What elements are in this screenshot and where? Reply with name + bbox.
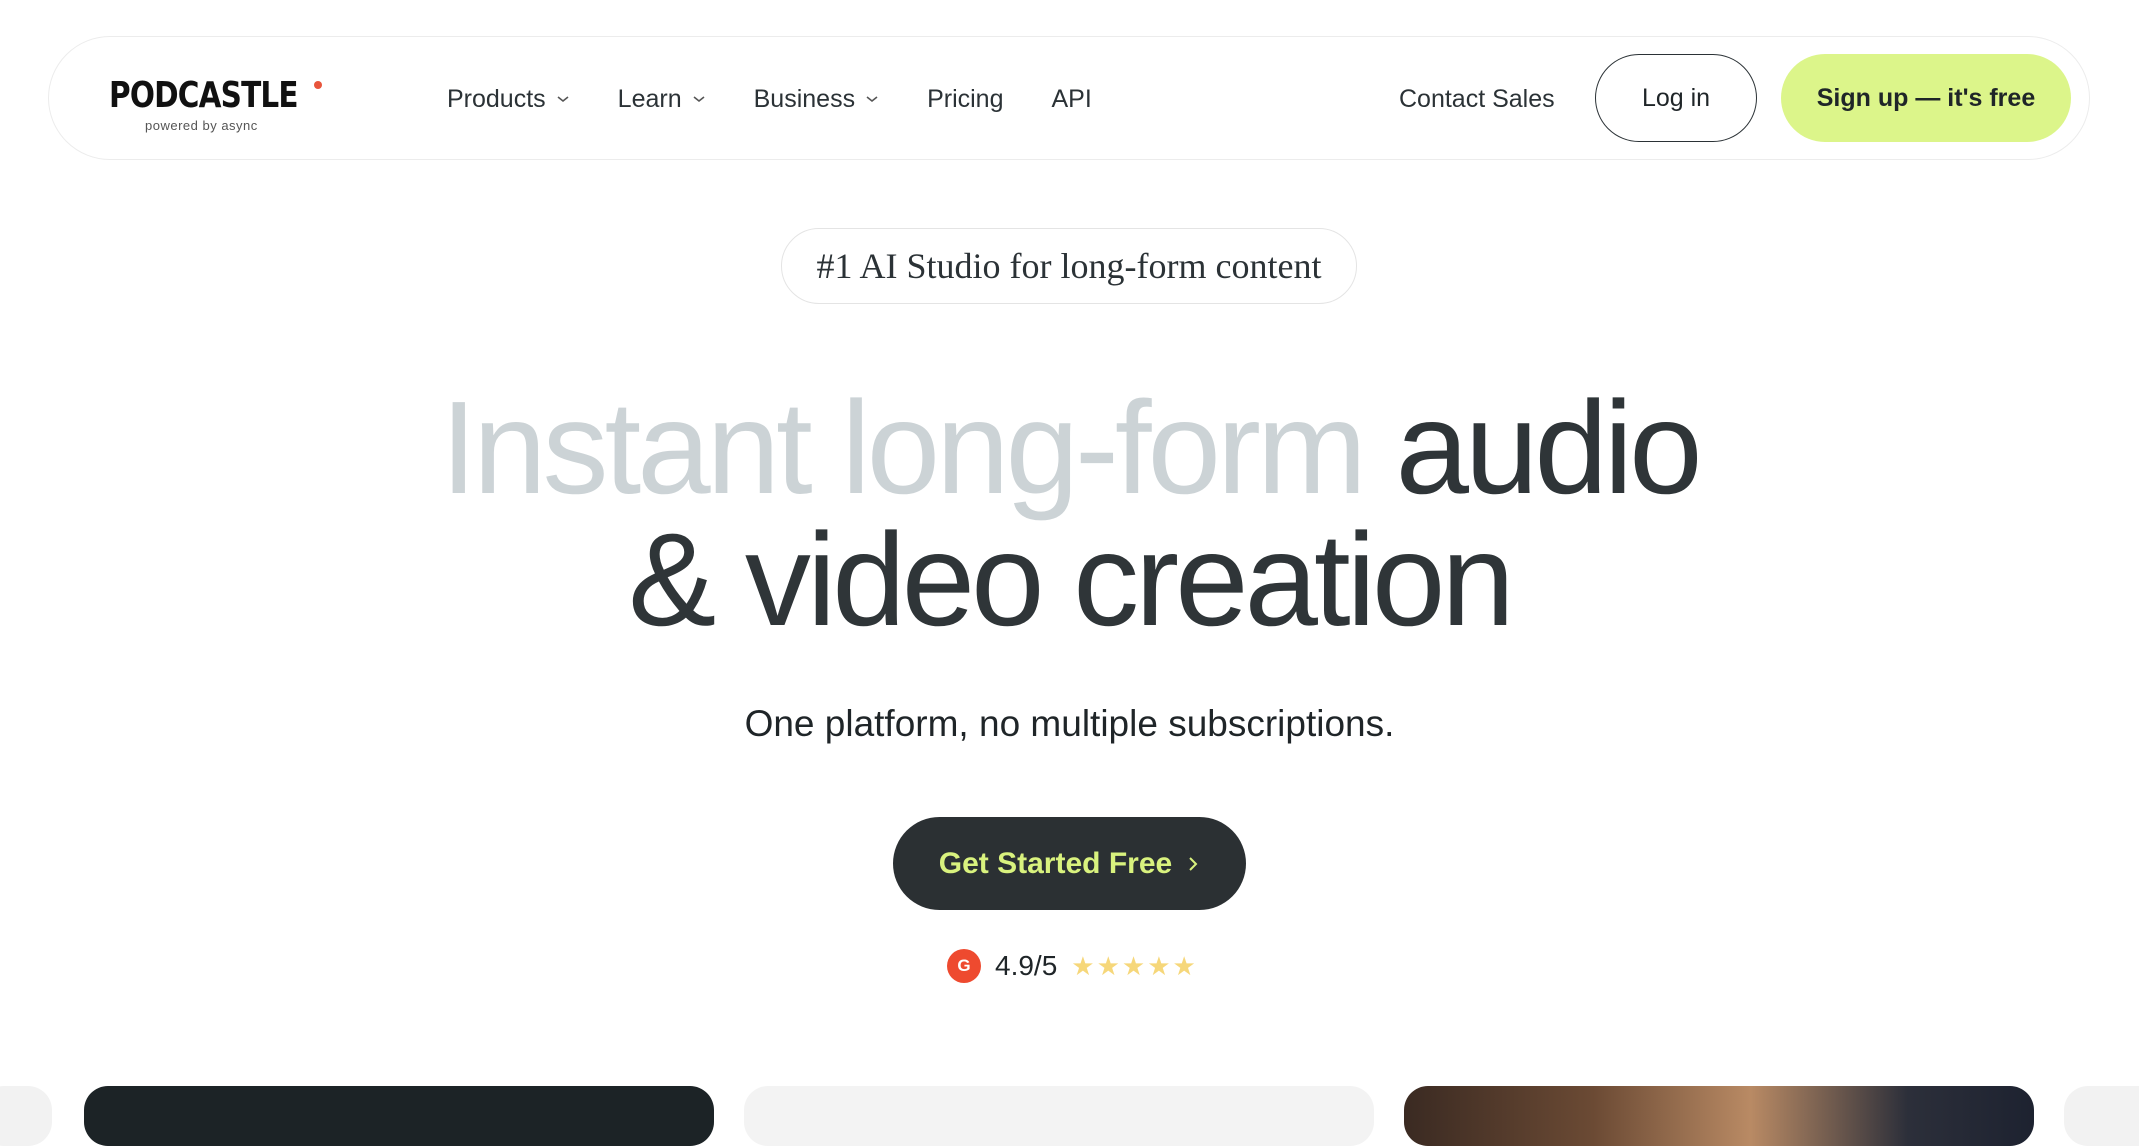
headline-muted-text: Instant long-form <box>440 374 1366 521</box>
menu-item-pricing[interactable]: Pricing <box>927 85 1003 114</box>
chevron-down-icon <box>557 96 569 103</box>
carousel-card[interactable] <box>0 1086 52 1146</box>
logo-tagline: powered by async <box>145 118 258 133</box>
menu-item-products[interactable]: Products <box>447 85 570 114</box>
get-started-button[interactable]: Get Started Free <box>893 817 1246 910</box>
menu-item-label: Pricing <box>927 84 1004 113</box>
star-icon: ★ <box>1096 951 1120 981</box>
cta-label: Get Started Free <box>938 846 1173 880</box>
g2-logo-icon: G <box>947 949 981 983</box>
menu-item-learn[interactable]: Learn <box>618 85 706 114</box>
logo-wordmark: PODCASTLE <box>109 75 299 116</box>
hero-subheading: One platform, no multiple subscriptions. <box>744 703 1395 744</box>
login-button[interactable]: Log in <box>1595 54 1757 142</box>
carousel-card[interactable] <box>84 1086 714 1146</box>
top-navbar: PODCASTLE powered by async Products Lear… <box>48 36 2090 160</box>
menu-item-label: Products <box>447 84 546 113</box>
main-menu: Products Learn Business Pricing API <box>447 37 1140 161</box>
star-icon: ★ <box>1071 951 1095 981</box>
chevron-down-icon <box>693 96 705 103</box>
menu-item-label: Business <box>753 84 856 113</box>
menu-item-label: API <box>1051 84 1092 113</box>
contact-sales-link[interactable]: Contact Sales <box>1399 37 1555 161</box>
rating-stars: ★ ★ ★ ★ ★ <box>1071 953 1198 979</box>
carousel-card[interactable] <box>744 1086 1374 1146</box>
headline-dark-text-2: & video creation <box>628 506 1515 653</box>
star-icon: ★ <box>1121 951 1146 981</box>
carousel-card[interactable] <box>2064 1086 2139 1146</box>
menu-item-api[interactable]: API <box>1052 85 1092 114</box>
hero-headline: Instant long-form audio & video creation <box>0 382 2139 646</box>
rating-row: G 4.9/5 ★ ★ ★ ★ ★ <box>947 946 1198 986</box>
signup-button[interactable]: Sign up — it's free <box>1781 54 2071 142</box>
podcastle-logo[interactable]: PODCASTLE powered by async <box>109 75 322 135</box>
star-icon: ★ <box>1147 951 1171 981</box>
chevron-right-icon <box>1189 856 1198 871</box>
menu-item-business[interactable]: Business <box>754 85 879 114</box>
menu-item-label: Learn <box>617 84 682 113</box>
star-icon: ★ <box>1172 951 1196 981</box>
chevron-down-icon <box>866 96 878 103</box>
hero-badge: #1 AI Studio for long-form content <box>781 228 1357 304</box>
carousel-card[interactable] <box>1404 1086 2034 1146</box>
logo-dot <box>314 81 322 89</box>
rating-score: 4.9/5 <box>995 950 1058 981</box>
headline-dark-text-1: audio <box>1395 374 1703 521</box>
